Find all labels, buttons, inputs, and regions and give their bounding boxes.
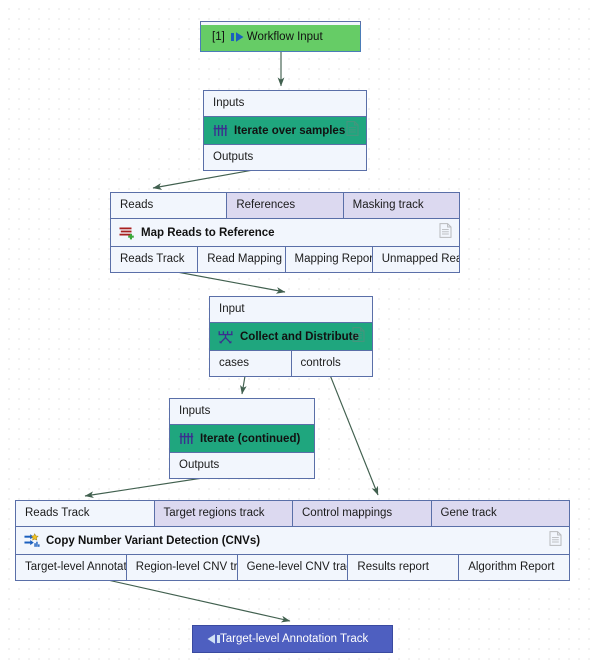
workflow-input-index: [1] [212, 30, 225, 43]
iterate-over-samples-node[interactable]: Inputs Iterate over samples Outputs [203, 90, 367, 171]
port-reads-track[interactable]: Reads Track [16, 501, 155, 526]
workflow-canvas[interactable]: [1] Workflow Input Inputs Iterate over s… [0, 0, 591, 668]
port-outputs[interactable]: Outputs [204, 145, 366, 170]
cnv-detection-icon [24, 533, 40, 549]
cnv-inputs-row: Reads Track Target regions track Control… [16, 501, 569, 527]
iterate2-outputs-row: Outputs [170, 452, 314, 478]
port-mapping-report[interactable]: Mapping Report [285, 247, 373, 272]
collect-inputs-row: Input [210, 297, 372, 323]
collect-distribute-icon [218, 329, 234, 345]
port-target-regions-track[interactable]: Target regions track [154, 501, 293, 526]
mapreads-title: Map Reads to Reference [141, 226, 275, 239]
port-reads[interactable]: Reads [111, 193, 228, 218]
cnv-title: Copy Number Variant Detection (CNVs) [46, 534, 261, 547]
workflow-input-cap [200, 21, 361, 25]
mapreads-inputs-row: Reads References Masking track [111, 193, 459, 219]
port-unmapped-reads[interactable]: Unmapped Reads [372, 247, 459, 272]
document-icon[interactable] [549, 530, 562, 551]
collect-outputs-row: cases controls [210, 350, 372, 376]
iterate-icon [178, 431, 194, 447]
workflow-output-label: Target-level Annotation Track [220, 633, 369, 645]
collect-and-distribute-node[interactable]: Input Collect and Distribute cases contr… [209, 296, 373, 377]
cnv-body[interactable]: Copy Number Variant Detection (CNVs) [16, 527, 569, 554]
iterate2-inputs-row: Inputs [170, 399, 314, 425]
port-control-mappings[interactable]: Control mappings [293, 501, 432, 526]
cnv-outputs-row: Target-level Annotation Track Region-lev… [16, 554, 569, 580]
port-input[interactable]: Input [210, 297, 372, 322]
edge-controls-to-controlmap [327, 369, 379, 496]
iterate-title: Iterate over samples [234, 124, 346, 137]
port-target-level-annotation-track[interactable]: Target-level Annotation Track [16, 555, 127, 580]
port-gene-track[interactable]: Gene track [431, 501, 569, 526]
iterate-body[interactable]: Iterate over samples [204, 117, 366, 144]
cnv-detection-node[interactable]: Reads Track Target regions track Control… [15, 500, 570, 581]
port-controls[interactable]: controls [291, 351, 372, 376]
port-reads-track[interactable]: Reads Track [111, 247, 199, 272]
iterate-inputs-row: Inputs [204, 91, 366, 117]
port-algorithm-report[interactable]: Algorithm Report [459, 555, 569, 580]
iterate-outputs-row: Outputs [204, 144, 366, 170]
port-masking-track[interactable]: Masking track [343, 193, 459, 218]
iterate-continued-node[interactable]: Inputs Iterate (continued) Outputs [169, 398, 315, 479]
collect-body[interactable]: Collect and Distribute [210, 323, 372, 350]
collect-title: Collect and Distribute [240, 330, 359, 343]
workflow-output-node[interactable]: Target-level Annotation Track [192, 625, 393, 653]
workflow-input-node[interactable]: [1] Workflow Input [200, 21, 361, 52]
map-reads-to-reference-node[interactable]: Reads References Masking track Map Reads… [110, 192, 460, 273]
mapreads-outputs-row: Reads Track Read Mapping Mapping Report … [111, 246, 459, 272]
iterate2-title: Iterate (continued) [200, 432, 301, 445]
port-references[interactable]: References [227, 193, 344, 218]
document-icon[interactable] [352, 326, 365, 347]
iterate-icon [212, 123, 228, 139]
edge-cnv-to-output [89, 575, 291, 623]
port-inputs[interactable]: Inputs [170, 399, 314, 424]
port-region-level-cnv-track[interactable]: Region-level CNV track [126, 555, 238, 580]
right-arrow-icon [231, 29, 247, 45]
left-arrow-icon [204, 631, 220, 647]
port-results-report[interactable]: Results report [348, 555, 460, 580]
iterate2-body[interactable]: Iterate (continued) [170, 425, 314, 452]
map-reads-icon [119, 225, 135, 241]
port-inputs[interactable]: Inputs [204, 91, 366, 116]
mapreads-body[interactable]: Map Reads to Reference [111, 219, 459, 246]
document-icon[interactable] [346, 120, 359, 141]
port-outputs[interactable]: Outputs [170, 453, 314, 478]
port-cases[interactable]: cases [210, 351, 292, 376]
port-gene-level-cnv-track[interactable]: Gene-level CNV track [237, 555, 349, 580]
workflow-input-label: Workflow Input [246, 30, 323, 43]
port-read-mapping[interactable]: Read Mapping [198, 247, 286, 272]
document-icon[interactable] [439, 222, 452, 243]
